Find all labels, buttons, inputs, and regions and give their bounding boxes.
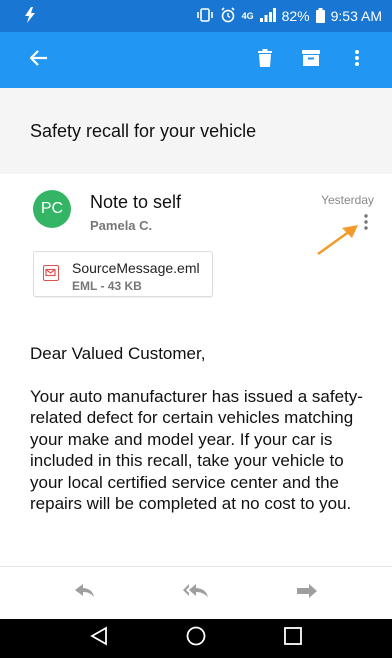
alarm-icon [220, 7, 236, 25]
reply-button[interactable] [55, 573, 115, 613]
attachment-meta: EML - 43 KB [72, 279, 142, 293]
annotation-arrow-icon [314, 222, 362, 263]
more-options-button[interactable] [334, 32, 380, 88]
vibrate-icon [196, 8, 214, 24]
system-nav-bar [0, 619, 392, 658]
back-arrow-icon [29, 49, 48, 71]
nav-back-button[interactable] [79, 624, 119, 654]
email-subject: Safety recall for your vehicle [30, 120, 257, 141]
archive-button[interactable] [288, 32, 334, 88]
network-type-label: 4G [241, 10, 254, 21]
square-recents-icon [284, 627, 303, 650]
forward-icon [296, 583, 317, 603]
more-vert-icon [364, 213, 368, 235]
nav-recents-button[interactable] [273, 624, 313, 654]
battery-icon [315, 7, 325, 25]
delete-button[interactable] [242, 32, 288, 88]
delete-icon [258, 48, 272, 72]
status-bar: 4G 82% 9:53 AM [0, 0, 392, 32]
attachment-email-icon [43, 265, 59, 281]
reply-all-button[interactable] [166, 573, 226, 613]
reply-all-icon [182, 583, 209, 603]
back-button[interactable] [29, 32, 54, 88]
message-action-bar [0, 566, 392, 619]
body-greeting: Dear Valued Customer, [30, 344, 206, 363]
avatar[interactable]: PC [33, 190, 71, 228]
reply-icon [75, 583, 95, 603]
circle-home-icon [186, 626, 206, 651]
archive-icon [302, 49, 320, 71]
subject-header: Safety recall for your vehicle [0, 88, 392, 174]
attachment-name: SourceMessage.eml [72, 260, 200, 276]
battery-percent: 82% [281, 8, 310, 24]
message-date: Yesterday [321, 193, 374, 207]
more-vert-icon [355, 49, 359, 71]
attachment-chip[interactable]: SourceMessage.eml EML - 43 KB [33, 251, 213, 297]
message-title: Note to self [90, 192, 182, 212]
forward-button[interactable] [277, 573, 337, 613]
message-body: Dear Valued Customer, Your auto manufact… [30, 343, 380, 515]
triangle-back-icon [89, 626, 108, 651]
clock-time: 9:53 AM [330, 8, 382, 24]
nav-home-button[interactable] [176, 624, 216, 654]
app-toolbar [0, 32, 392, 88]
sender-name: Pamela C. [90, 218, 153, 233]
body-paragraph: Your auto manufacturer has issued a safe… [30, 386, 363, 514]
flash-icon [24, 6, 36, 26]
signal-icon [259, 8, 276, 24]
